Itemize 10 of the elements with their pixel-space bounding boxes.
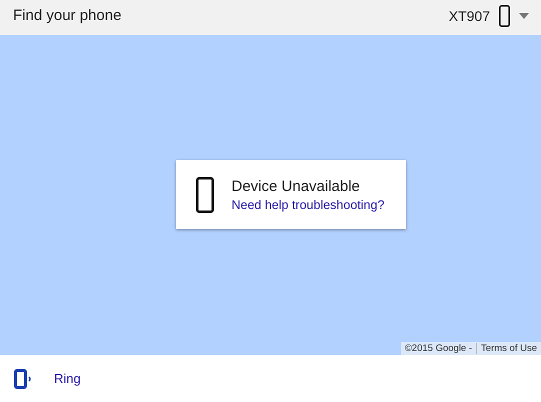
page-title: Find your phone — [13, 7, 122, 24]
device-name: XT907 — [448, 8, 490, 24]
help-link[interactable]: Need help troubleshooting? — [232, 198, 384, 212]
ring-button[interactable]: Ring — [14, 368, 81, 388]
phone-icon — [196, 176, 214, 212]
attribution-text: ©2015 Google - — [404, 343, 474, 354]
dropdown-caret-icon[interactable] — [519, 12, 529, 18]
status-text: Device Unavailable — [232, 178, 361, 194]
phone-icon — [499, 4, 510, 26]
attribution-text[interactable]: Terms of Use — [476, 343, 541, 354]
